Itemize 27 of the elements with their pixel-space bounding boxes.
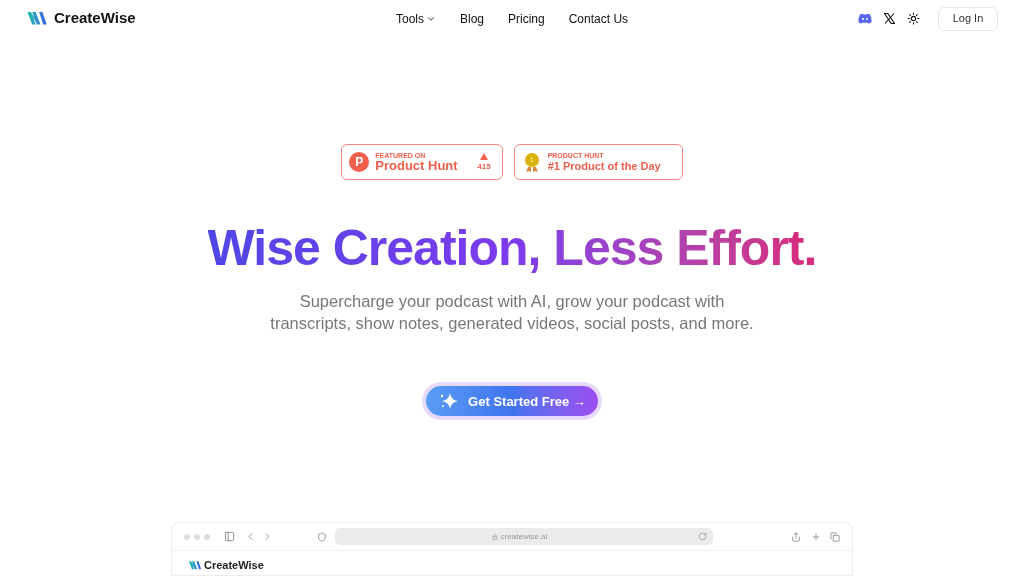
nav-link[interactable]: Tools <box>395 9 436 28</box>
x-icon[interactable] <box>884 13 895 25</box>
login-button[interactable]: Log In <box>938 6 998 31</box>
url-text: createwise.ai <box>500 531 548 543</box>
discord-icon[interactable] <box>858 13 872 25</box>
shield-icon <box>317 532 327 542</box>
preview-brand: CreateWise <box>204 558 264 574</box>
upvote-count: 415 <box>477 163 491 172</box>
lock-icon <box>491 534 498 540</box>
tabs-icon <box>830 532 840 542</box>
logo-icon <box>188 560 202 571</box>
logo-icon <box>26 10 48 27</box>
nav-link[interactable]: Pricing <box>508 9 545 28</box>
nav-link[interactable]: Blog <box>459 9 484 28</box>
new-tab-icon <box>811 532 821 542</box>
share-icon <box>791 532 801 542</box>
sidebar-icon <box>224 531 235 543</box>
subtitle: Supercharge your podcast with AI, grow your podcast with transcripts, show notes, generated videos, social posts, and more. <box>269 291 755 335</box>
brand-name[interactable]: CreateWise <box>54 7 136 30</box>
upvote-icon <box>479 153 488 161</box>
theme-toggle-icon[interactable] <box>907 12 920 26</box>
product-hunt-icon: P <box>349 152 370 173</box>
nav-link[interactable]: Contact Us <box>568 9 629 28</box>
badge-title: Product Hunt <box>375 159 459 173</box>
reload-icon <box>698 532 707 542</box>
window-controls-icon <box>184 534 210 540</box>
badge-title: #1 Product of the Day <box>547 161 661 173</box>
